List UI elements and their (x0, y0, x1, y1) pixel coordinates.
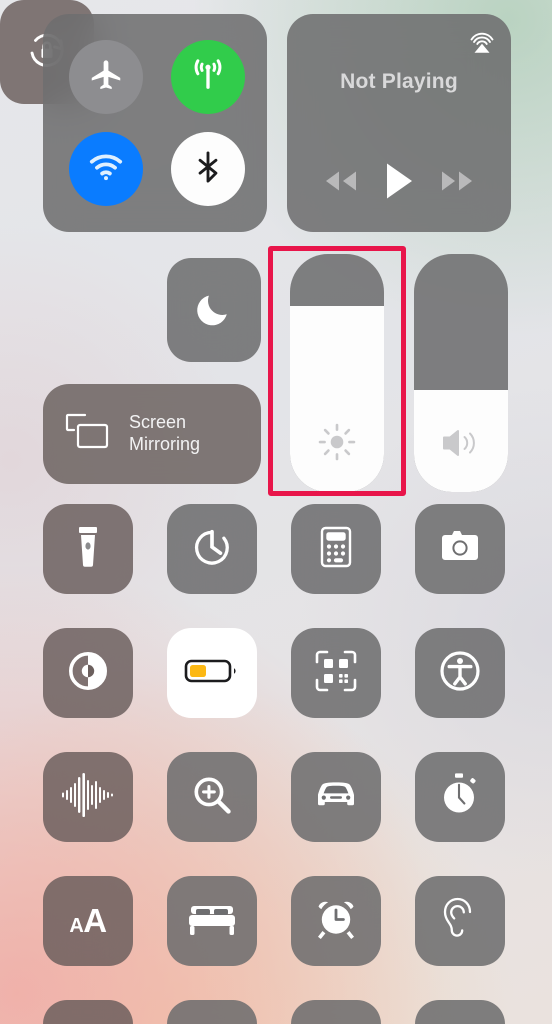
rewind-icon (321, 168, 361, 199)
camera-button[interactable] (415, 504, 505, 594)
previous-track-button[interactable] (309, 160, 373, 206)
battery-low-power-icon (184, 656, 240, 691)
code-scanner-button[interactable] (291, 628, 381, 718)
calculator-button[interactable] (291, 504, 381, 594)
airplane-icon (87, 56, 125, 99)
cellular-data-toggle[interactable] (171, 40, 245, 114)
timer-button[interactable] (167, 504, 257, 594)
accessibility-shortcuts-button[interactable] (415, 628, 505, 718)
screen-mirroring-icon (63, 411, 115, 458)
wifi-toggle[interactable] (69, 132, 143, 206)
car-icon (310, 775, 362, 820)
wifi-icon (86, 147, 126, 192)
text-size-icon: AA (69, 902, 107, 940)
text-size-icon-large-a: A (83, 902, 107, 939)
connectivity-module (43, 14, 267, 232)
bluetooth-icon (190, 149, 226, 190)
bluetooth-toggle[interactable] (171, 132, 245, 206)
brightness-sun-icon (316, 421, 358, 468)
next-track-button[interactable] (425, 160, 489, 206)
voice-memos-button[interactable] (43, 752, 133, 842)
sleep-mode-button[interactable] (167, 876, 257, 966)
alarm-button[interactable] (291, 876, 381, 966)
text-size-button[interactable]: AA (43, 876, 133, 966)
low-power-mode-button[interactable] (167, 628, 257, 718)
screen-mirroring-label-line2: Mirroring (129, 434, 201, 454)
row5-tile-4[interactable] (415, 1000, 505, 1024)
flashlight-icon (68, 524, 108, 575)
qr-scanner-icon (313, 648, 359, 699)
timer-icon (189, 524, 235, 575)
play-pause-button[interactable] (367, 160, 431, 206)
speaker-wave-icon (439, 423, 483, 468)
brightness-slider[interactable] (290, 254, 384, 492)
airplane-mode-toggle[interactable] (69, 40, 143, 114)
row5-tile-3[interactable] (291, 1000, 381, 1024)
bed-icon (186, 898, 238, 945)
cellular-antenna-icon (187, 54, 229, 101)
now-playing-module[interactable]: Not Playing (287, 14, 511, 232)
volume-slider[interactable] (414, 254, 508, 492)
waveform-icon (60, 771, 116, 824)
dark-mode-icon (64, 647, 112, 700)
control-center: Not Playing Screen Mirroring AA (0, 0, 552, 1024)
row5-tile-1[interactable] (43, 1000, 133, 1024)
camera-icon (436, 526, 484, 573)
ear-icon (439, 895, 481, 948)
flashlight-button[interactable] (43, 504, 133, 594)
driving-focus-button[interactable] (291, 752, 381, 842)
dark-mode-button[interactable] (43, 628, 133, 718)
fast-forward-icon (437, 168, 477, 199)
hearing-button[interactable] (415, 876, 505, 966)
row5-tile-2[interactable] (167, 1000, 257, 1024)
magnifier-button[interactable] (167, 752, 257, 842)
play-icon (384, 162, 414, 205)
screen-mirroring-label: Screen Mirroring (129, 412, 200, 456)
calculator-icon (316, 524, 356, 575)
screen-mirroring-button[interactable]: Screen Mirroring (43, 384, 261, 484)
focus-do-not-disturb-toggle[interactable] (167, 258, 261, 362)
text-size-icon-small-a: A (69, 915, 84, 937)
now-playing-title: Not Playing (340, 70, 458, 93)
stopwatch-icon (437, 771, 483, 824)
airplay-audio-icon[interactable] (467, 26, 497, 61)
alarm-clock-icon (312, 895, 360, 948)
magnifier-icon (189, 772, 235, 823)
moon-icon (193, 287, 235, 334)
stopwatch-button[interactable] (415, 752, 505, 842)
accessibility-icon (436, 647, 484, 700)
screen-mirroring-label-line1: Screen (129, 412, 187, 433)
